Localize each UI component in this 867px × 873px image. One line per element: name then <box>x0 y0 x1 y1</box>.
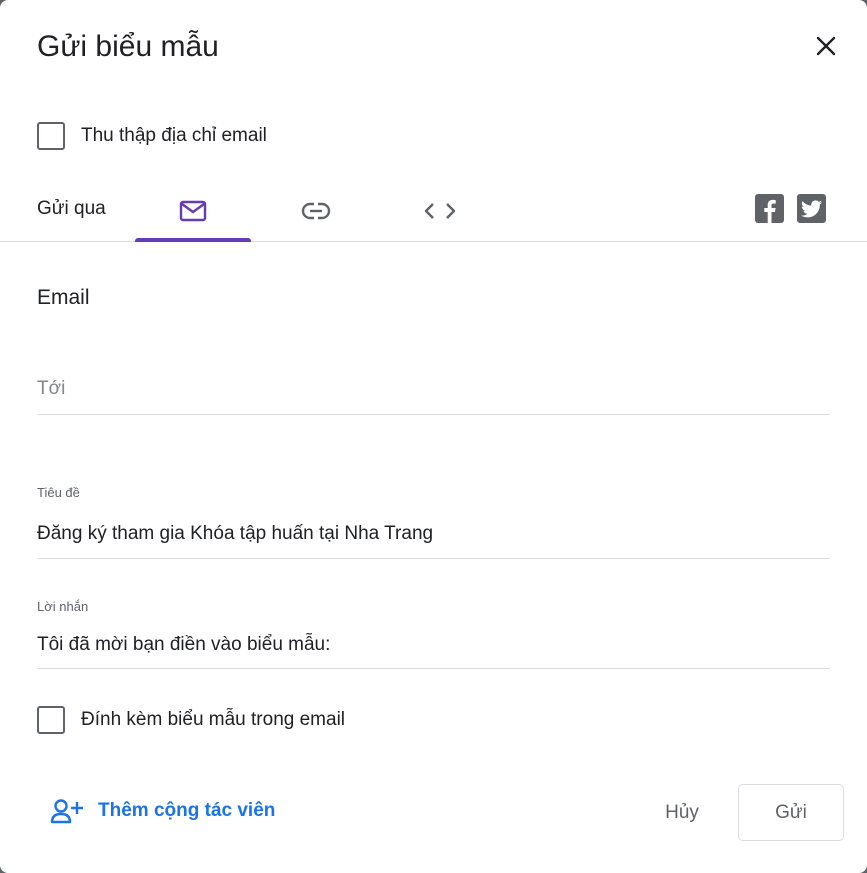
send-via-label: Gửi qua <box>37 198 106 219</box>
tab-link[interactable] <box>258 180 374 241</box>
to-field[interactable]: Tới <box>37 378 830 415</box>
facebook-button[interactable] <box>755 194 784 223</box>
twitter-icon <box>801 199 822 217</box>
subject-label: Tiêu đề <box>37 485 80 500</box>
cancel-button[interactable]: Hủy <box>640 788 724 838</box>
tab-embed[interactable] <box>382 180 498 241</box>
add-collaborators-button[interactable]: Thêm cộng tác viên <box>50 798 275 824</box>
include-form-checkbox[interactable] <box>37 706 65 734</box>
add-collaborators-label: Thêm cộng tác viên <box>98 800 276 821</box>
email-section-heading: Email <box>37 286 90 309</box>
tab-email[interactable] <box>135 180 251 242</box>
send-form-dialog: Gửi biểu mẫu Thu thập địa chỉ email Gửi … <box>0 0 867 873</box>
to-field-placeholder: Tới <box>37 378 66 399</box>
collect-email-label: Thu thập địa chỉ email <box>81 125 267 146</box>
subject-field[interactable]: Đăng ký tham gia Khóa tập huấn tại Nha T… <box>37 523 830 559</box>
close-button[interactable] <box>808 28 844 64</box>
message-value: Tôi đã mời bạn điền vào biểu mẫu: <box>37 634 331 655</box>
link-icon <box>301 201 331 220</box>
twitter-button[interactable] <box>797 194 826 223</box>
facebook-icon <box>764 199 776 223</box>
collect-email-checkbox[interactable] <box>37 122 65 150</box>
include-form-label: Đính kèm biểu mẫu trong email <box>81 709 346 730</box>
send-button[interactable]: Gửi <box>738 784 844 841</box>
dialog-title: Gửi biểu mẫu <box>37 30 219 63</box>
include-form-row[interactable]: Đính kèm biểu mẫu trong email <box>37 706 345 734</box>
send-via-bar: Gửi qua <box>0 180 867 242</box>
message-field[interactable]: Tôi đã mời bạn điền vào biểu mẫu: <box>37 634 830 669</box>
add-person-icon <box>50 799 83 824</box>
subject-value: Đăng ký tham gia Khóa tập huấn tại Nha T… <box>37 523 434 544</box>
message-label: Lời nhắn <box>37 599 89 614</box>
collect-email-row[interactable]: Thu thập địa chỉ email <box>37 122 267 150</box>
close-icon <box>816 36 836 56</box>
code-icon <box>424 202 456 219</box>
mail-icon <box>179 200 207 221</box>
